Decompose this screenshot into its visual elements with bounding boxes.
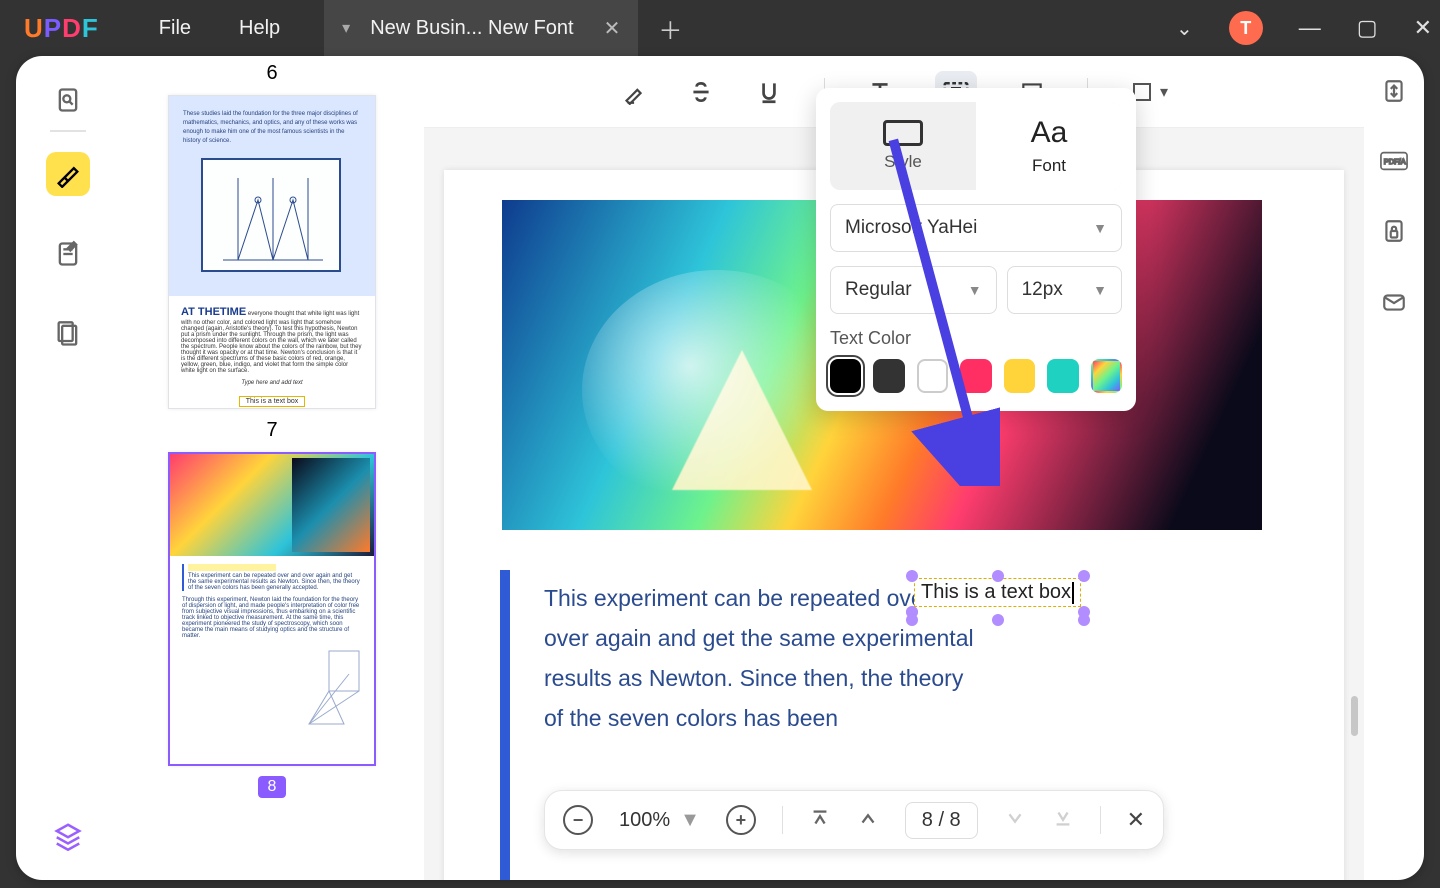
user-avatar[interactable]: T <box>1229 11 1263 45</box>
highlighter-tool-icon[interactable] <box>46 152 90 196</box>
chevron-down-icon: ▼ <box>1093 282 1107 298</box>
pages-tool-icon[interactable] <box>46 312 90 356</box>
font-weight-select[interactable]: Regular▼ <box>830 266 997 314</box>
color-swatch-white[interactable] <box>917 359 948 393</box>
view-controls-bar: − 100% ▼ + 8 / 8 <box>544 790 1164 850</box>
document-tab[interactable]: ▾ New Busin... New Font ✕ <box>324 0 638 56</box>
maximize-button[interactable]: ▢ <box>1357 15 1378 41</box>
color-swatch-yellow[interactable] <box>1004 359 1035 393</box>
underline-tool-icon[interactable] <box>756 79 782 105</box>
prev-page-button[interactable] <box>857 807 879 834</box>
strikethrough-tool-icon[interactable] <box>688 79 714 105</box>
font-size-select[interactable]: 12px▼ <box>1007 266 1122 314</box>
layers-button[interactable] <box>46 814 90 858</box>
minimize-button[interactable]: — <box>1299 15 1321 41</box>
chevron-down-icon: ▼ <box>1093 220 1107 236</box>
right-rail: PDF/A <box>1364 56 1424 880</box>
first-page-button[interactable] <box>809 807 831 834</box>
convert-icon[interactable] <box>1381 78 1407 109</box>
next-page-button[interactable] <box>1004 807 1026 834</box>
new-tab-button[interactable]: ＋ <box>658 11 682 46</box>
tab-close-icon[interactable]: ✕ <box>604 16 621 41</box>
svg-text:PDF/A: PDF/A <box>1384 157 1406 166</box>
tab-dropdown-icon[interactable]: ▾ <box>342 18 350 38</box>
popup-tab-style[interactable]: Style <box>830 102 976 190</box>
close-button[interactable]: ✕ <box>1414 15 1432 41</box>
thumb-page-number: 6 <box>120 62 424 85</box>
titlebar-dropdown-icon[interactable]: ⌄ <box>1176 16 1193 41</box>
last-page-button[interactable] <box>1052 807 1074 834</box>
chevron-down-icon[interactable]: ▼ <box>680 809 700 832</box>
zoom-value: 100% <box>619 809 670 832</box>
color-swatch-pink[interactable] <box>960 359 991 393</box>
chevron-down-icon: ▼ <box>968 282 982 298</box>
mail-icon[interactable] <box>1381 289 1407 320</box>
color-swatch-teal[interactable] <box>1047 359 1078 393</box>
textbox-selected[interactable]: This is a text box <box>914 578 1081 607</box>
close-bar-button[interactable]: ✕ <box>1127 807 1145 833</box>
font-aa-icon: Aa <box>1031 116 1068 150</box>
left-rail <box>16 56 120 880</box>
note-tool-icon[interactable] <box>46 232 90 276</box>
menu-file[interactable]: File <box>159 17 191 40</box>
lock-page-icon[interactable] <box>1381 218 1407 249</box>
tab-title: New Busin... New Font <box>370 17 573 40</box>
text-properties-popup: Style Aa Font Microsoft YaHei▼ Regular▼ <box>816 88 1136 411</box>
text-color-label: Text Color <box>830 328 1122 349</box>
thumbnail-page-7-selected[interactable]: This experiment can be repeated over and… <box>168 452 376 766</box>
page-indicator[interactable]: 8 / 8 <box>905 802 978 839</box>
color-swatch-black[interactable] <box>830 359 861 393</box>
textbox-content[interactable]: This is a text box <box>921 581 1071 603</box>
scrollbar-thumb[interactable] <box>1351 696 1358 736</box>
color-swatch-rainbow[interactable] <box>1091 359 1122 393</box>
thumb-page-number: 7 <box>120 419 424 442</box>
thumb-page-badge: 8 <box>258 776 287 798</box>
document-area: ▾ This experiment can be repeated over a… <box>424 56 1364 880</box>
menu-help[interactable]: Help <box>239 17 280 40</box>
font-family-select[interactable]: Microsoft YaHei▼ <box>830 204 1122 252</box>
thumbnail-page-6[interactable]: These studies laid the foundation for th… <box>168 95 376 409</box>
style-rect-icon <box>883 120 923 146</box>
app-logo: UPDF <box>24 13 99 44</box>
color-swatch-dark[interactable] <box>873 359 904 393</box>
chevron-down-icon: ▾ <box>1160 82 1168 102</box>
highlight-tool-icon[interactable] <box>620 79 646 105</box>
thumbnails-panel: 6 These studies laid the foundation for … <box>120 56 424 880</box>
popup-tab-font[interactable]: Aa Font <box>976 102 1122 190</box>
search-page-icon[interactable] <box>46 78 90 122</box>
zoom-in-button[interactable]: + <box>726 805 756 835</box>
pdfa-icon[interactable]: PDF/A <box>1380 149 1408 178</box>
zoom-out-button[interactable]: − <box>563 805 593 835</box>
